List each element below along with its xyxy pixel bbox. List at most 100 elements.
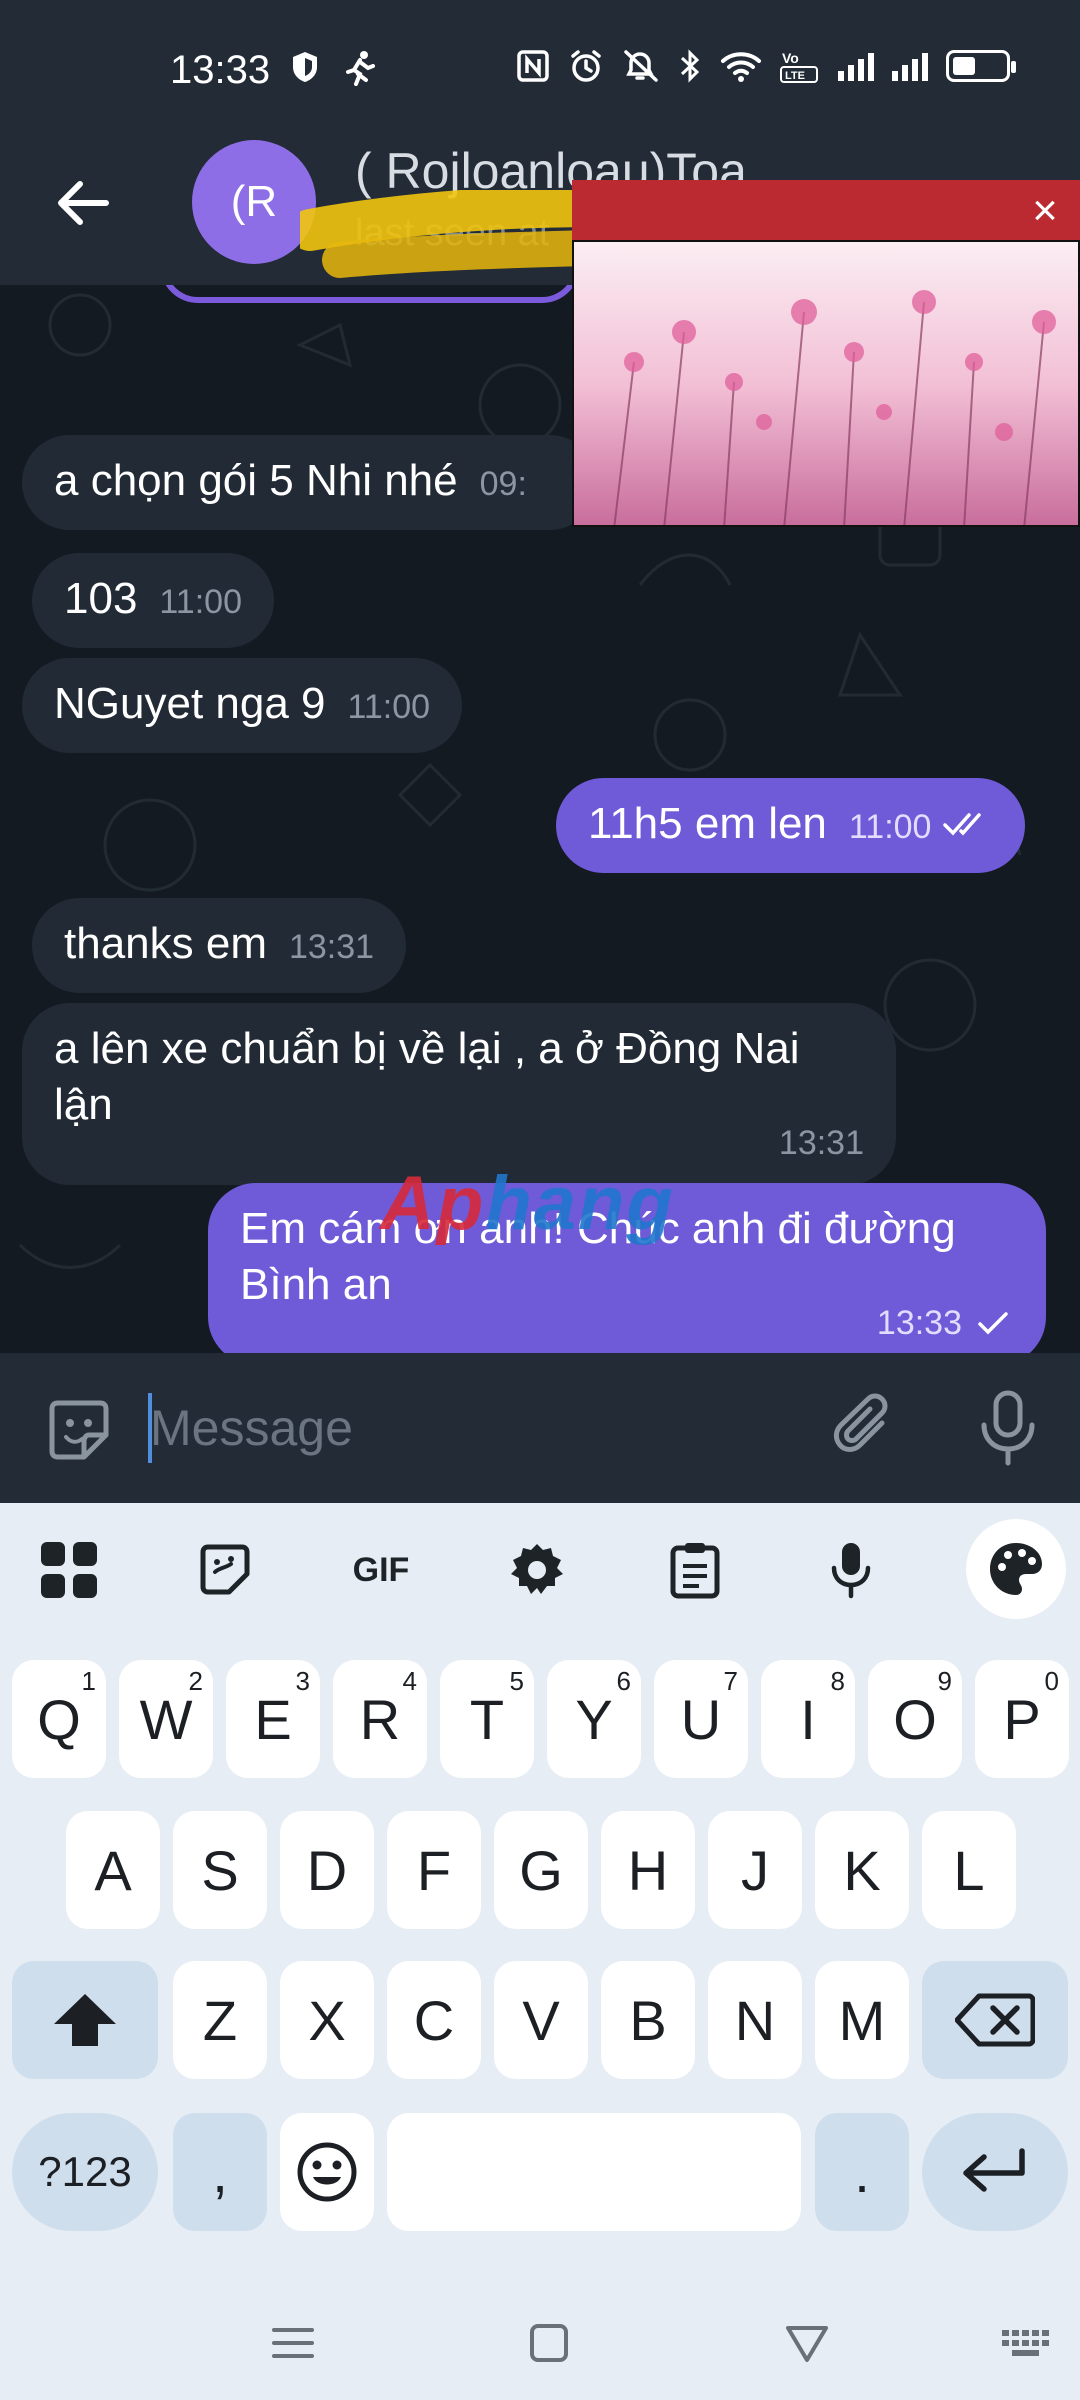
- message-text: a chọn gói 5 Nhi nhé: [54, 456, 458, 505]
- space-key[interactable]: [387, 2113, 801, 2231]
- shift-key[interactable]: [12, 1961, 158, 2079]
- back-arrow-icon[interactable]: [50, 170, 116, 236]
- message-time: 11:00: [347, 688, 431, 726]
- enter-key[interactable]: [922, 2113, 1068, 2231]
- alarm-icon: [571, 50, 601, 82]
- key-i[interactable]: I8: [761, 1660, 855, 1778]
- key-o[interactable]: O9: [868, 1660, 962, 1778]
- double-check-icon: [943, 813, 982, 836]
- key-f[interactable]: F: [387, 1811, 481, 1929]
- message-bubble[interactable]: a lên xe chuẩn bị về lại , a ở Đồng Nai …: [22, 1003, 896, 1185]
- message-bubble[interactable]: NGuyet nga 9 11:00: [22, 658, 463, 753]
- keyboard-switch-icon[interactable]: [1000, 2318, 1052, 2368]
- key-j[interactable]: J: [708, 1811, 802, 1929]
- key-w[interactable]: W2: [119, 1660, 213, 1778]
- clipboard-icon[interactable]: [650, 1525, 740, 1615]
- key-b[interactable]: B: [601, 1961, 695, 2079]
- status-bar: 13:33 Vo LTE: [0, 0, 1080, 140]
- wifi-icon: [721, 52, 761, 82]
- key-s[interactable]: S: [173, 1811, 267, 1929]
- key-r[interactable]: R4: [333, 1660, 427, 1778]
- message-text: a lên xe chuẩn bị về lại , a ở Đồng Nai …: [54, 1024, 800, 1129]
- key-c[interactable]: C: [387, 1961, 481, 2079]
- battery-icon: [946, 50, 1016, 82]
- video-popup[interactable]: [572, 240, 1080, 527]
- running-person-icon: [346, 51, 375, 86]
- message-composer: [0, 1353, 1080, 1503]
- backspace-key[interactable]: [922, 1961, 1068, 2079]
- attach-icon[interactable]: [832, 1393, 900, 1465]
- key-a[interactable]: A: [66, 1811, 160, 1929]
- avatar[interactable]: (R: [192, 140, 316, 264]
- mute-icon: [624, 50, 658, 82]
- keyboard-toolbar: GIF: [0, 1503, 1080, 1633]
- status-notification-icons: [290, 50, 376, 86]
- svg-text:LTE: LTE: [785, 70, 805, 82]
- gif-button[interactable]: GIF: [336, 1525, 426, 1615]
- watermark-part1: Ap: [380, 1161, 486, 1246]
- mic-icon[interactable]: [806, 1525, 896, 1615]
- status-time: 13:33: [170, 48, 271, 92]
- symbols-key[interactable]: ?123: [12, 2113, 158, 2231]
- back-triangle-icon[interactable]: [782, 2318, 832, 2368]
- message-bubble[interactable]: thanks em 13:31: [32, 898, 407, 993]
- key-t[interactable]: T5: [440, 1660, 534, 1778]
- keyboard: GIF Q1 W2 E3 R4 T5 Y6 U7 I8 O9 P0 A S D …: [0, 1503, 1080, 2400]
- bluetooth-icon: [680, 49, 700, 83]
- key-d[interactable]: D: [280, 1811, 374, 1929]
- palette-icon[interactable]: [966, 1519, 1066, 1619]
- shift-arrow-icon: [54, 1994, 116, 2046]
- sticker-icon[interactable]: [44, 1395, 114, 1465]
- microphone-icon[interactable]: [976, 1389, 1040, 1467]
- period-key[interactable]: .: [815, 2113, 909, 2231]
- home-square-icon[interactable]: [524, 2318, 574, 2368]
- message-input[interactable]: [150, 1391, 790, 1465]
- key-g[interactable]: G: [494, 1811, 588, 1929]
- backspace-icon: [955, 1993, 1035, 2047]
- shield-icon: [293, 52, 317, 82]
- message-time: 09:: [479, 465, 527, 503]
- close-icon[interactable]: ×: [1022, 188, 1068, 234]
- message-bubble[interactable]: 11h5 em len 11:00: [556, 778, 1026, 873]
- key-h[interactable]: H: [601, 1811, 695, 1929]
- apps-grid-icon[interactable]: [24, 1525, 114, 1615]
- message-time: 13:31: [288, 928, 375, 966]
- message-time: 11:00: [159, 583, 242, 621]
- key-u[interactable]: U7: [654, 1660, 748, 1778]
- navigation-bar: [0, 2290, 1080, 2400]
- signal-icon: [838, 51, 874, 81]
- key-k[interactable]: K: [815, 1811, 909, 1929]
- emoji-key[interactable]: [280, 2113, 374, 2231]
- key-m[interactable]: M: [815, 1961, 909, 2079]
- key-v[interactable]: V: [494, 1961, 588, 2079]
- key-y[interactable]: Y6: [547, 1660, 641, 1778]
- key-x[interactable]: X: [280, 1961, 374, 2079]
- settings-gear-icon[interactable]: [492, 1525, 582, 1615]
- status-system-icons: Vo LTE: [516, 48, 1016, 84]
- key-z[interactable]: Z: [173, 1961, 267, 2079]
- key-q[interactable]: Q1: [12, 1660, 106, 1778]
- message-time: 11:00: [848, 808, 932, 846]
- signal-icon: [892, 51, 928, 81]
- svg-text:Vo: Vo: [782, 50, 799, 66]
- key-l[interactable]: L: [922, 1811, 1016, 1929]
- key-n[interactable]: N: [708, 1961, 802, 2079]
- key-e[interactable]: E3: [226, 1660, 320, 1778]
- comma-key[interactable]: ,: [173, 2113, 267, 2231]
- message-text: 103: [64, 574, 138, 623]
- message-bubble[interactable]: a chọn gói 5 Nhi nhé 09:: [22, 435, 597, 530]
- pinned-message-edge: [160, 285, 580, 303]
- enter-icon: [963, 2148, 1025, 2192]
- single-check-icon: [978, 1312, 1008, 1335]
- menu-icon[interactable]: [268, 2318, 318, 2368]
- watermark-logo: Aphang: [380, 1160, 675, 1247]
- message-time: 13:33: [876, 1304, 962, 1342]
- message-time: 13:31: [778, 1124, 864, 1162]
- sticker-icon[interactable]: [180, 1525, 270, 1615]
- emoji-icon: [297, 2142, 357, 2202]
- message-text: 11h5 em len: [588, 799, 827, 848]
- message-bubble[interactable]: 103 11:00: [32, 553, 274, 648]
- video-thumbnail: [574, 242, 1078, 525]
- video-popup-header: [572, 180, 1080, 240]
- key-p[interactable]: P0: [975, 1660, 1069, 1778]
